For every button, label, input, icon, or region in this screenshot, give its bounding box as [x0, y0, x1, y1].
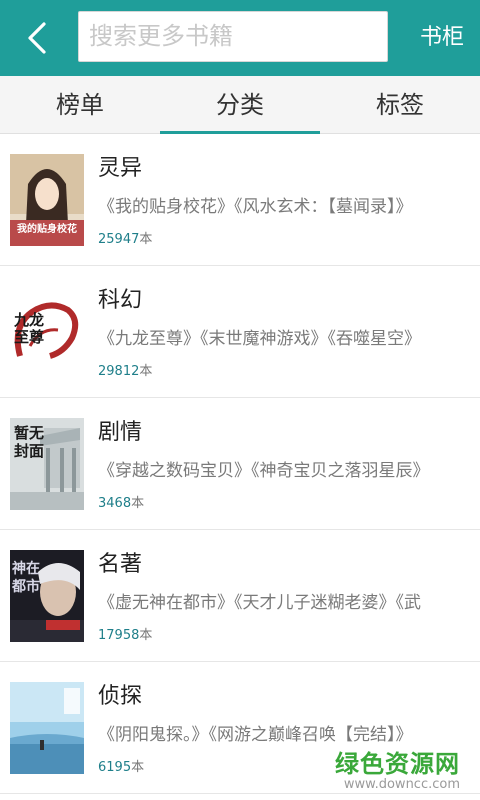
category-item-kehuan[interactable]: 九龙至尊 科幻 《九龙至尊》《末世魔神游戏》《吞噬星空》 29812本 [0, 266, 480, 398]
tab-category[interactable]: 分类 [160, 76, 320, 135]
category-name: 名著 [98, 552, 143, 577]
cover-title: 神在都市 [12, 561, 40, 595]
category-name: 侦探 [98, 684, 143, 709]
category-books: 《我的贴身校花》《风水玄术：【墓闻录】》 [98, 197, 413, 217]
back-button[interactable] [18, 18, 58, 58]
category-books: 《阴阳鬼探。》《网游之巅峰召唤【完结】》 [98, 725, 413, 745]
book-count: 6195本 [98, 760, 145, 775]
watermark-url: www.downcc.com [343, 777, 460, 792]
tab-tags[interactable]: 标签 [320, 76, 480, 134]
book-cover: 暂无封面 [10, 418, 84, 510]
book-cover: 九龙至尊 [10, 286, 84, 378]
watermark-title: 绿色资源网 [335, 750, 460, 778]
cover-title: 暂无封面 [14, 424, 45, 460]
category-item-mingzhu[interactable]: 神在都市 名著 《虚无神在都市》《天才儿子迷糊老婆》《武 17958本 [0, 530, 480, 662]
book-count: 25947本 [98, 232, 153, 247]
category-list: 我的贴身校花 灵异 《我的贴身校花》《风水玄术：【墓闻录】》 25947本 九龙… [0, 134, 480, 794]
category-name: 灵异 [98, 156, 143, 181]
category-books: 《九龙至尊》《末世魔神游戏》《吞噬星空》 [98, 329, 421, 349]
category-item-lingyi[interactable]: 我的贴身校花 灵异 《我的贴身校花》《风水玄术：【墓闻录】》 25947本 [0, 134, 480, 266]
book-cover [10, 682, 84, 774]
chevron-left-icon [28, 22, 46, 54]
search-input[interactable]: 搜索更多书籍 [78, 11, 388, 62]
category-name: 科幻 [98, 288, 143, 313]
top-bar: 搜索更多书籍 书柜 [0, 0, 480, 76]
tab-bar: 榜单 分类 标签 [0, 76, 480, 135]
book-count: 3468本 [98, 496, 145, 511]
category-name: 剧情 [98, 420, 143, 445]
site-watermark: 绿色资源网 www.downcc.com [335, 744, 460, 792]
tab-ranking[interactable]: 榜单 [0, 76, 160, 134]
category-item-juqing[interactable]: 暂无封面 剧情 《穿越之数码宝贝》《神奇宝贝之落羽星辰》 3468本 [0, 398, 480, 530]
book-cover: 我的贴身校花 [10, 154, 84, 246]
cover-title: 九龙至尊 [14, 311, 45, 346]
book-count: 29812本 [98, 364, 153, 379]
book-cover: 神在都市 [10, 550, 84, 642]
bookshelf-button[interactable]: 书柜 [420, 0, 464, 76]
category-books: 《穿越之数码宝贝》《神奇宝贝之落羽星辰》 [98, 461, 430, 481]
cover-title: 我的贴身校花 [17, 224, 77, 235]
category-books: 《虚无神在都市》《天才儿子迷糊老婆》《武 [98, 593, 421, 613]
book-count: 17958本 [98, 628, 153, 643]
